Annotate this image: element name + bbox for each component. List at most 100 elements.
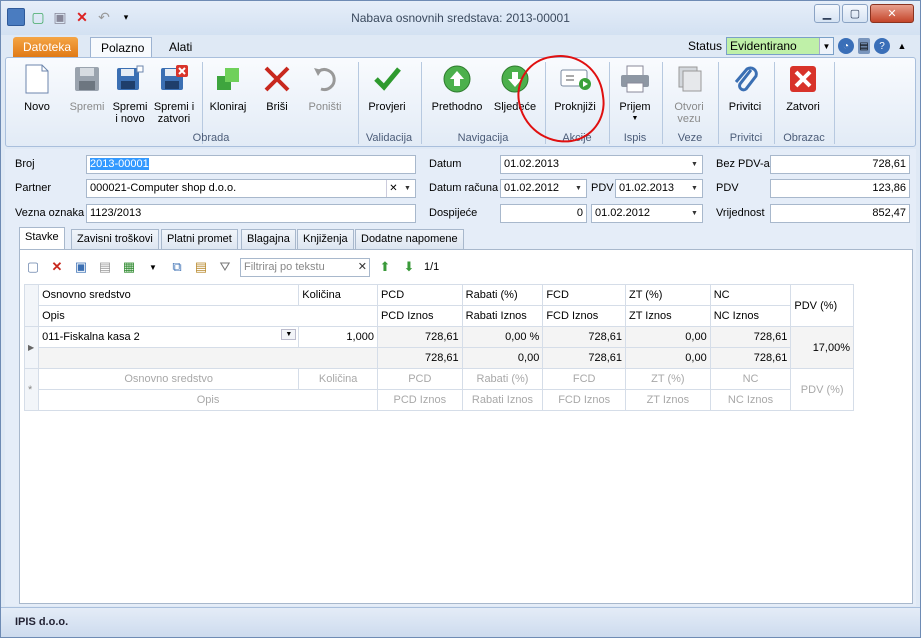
filter-funnel-icon[interactable]: ⛛ bbox=[216, 258, 234, 276]
arrow-up-circle-icon[interactable]: ⬆ bbox=[376, 258, 394, 276]
chevron-down-icon[interactable]: ▼ bbox=[571, 180, 586, 197]
header-nc-iznos[interactable]: NC Iznos bbox=[709, 305, 792, 327]
new-kolicina[interactable]: Količina bbox=[298, 368, 378, 390]
datum-field[interactable]: 01.02.2013 ▼ bbox=[500, 155, 703, 174]
calculator-icon[interactable]: ▤ bbox=[858, 38, 870, 54]
new-row-icon[interactable]: ▢ bbox=[24, 258, 42, 276]
prijem-button[interactable]: Prijem ▼ bbox=[613, 62, 657, 125]
zatvori-button[interactable]: Zatvori bbox=[780, 62, 826, 113]
delete-row-icon[interactable]: ✕ bbox=[48, 258, 66, 276]
print-icon[interactable]: ▤ bbox=[96, 258, 114, 276]
provjeri-button[interactable]: Provjeri bbox=[364, 62, 410, 113]
save-icon[interactable]: ▣ bbox=[72, 258, 90, 276]
tab-stavke[interactable]: Stavke bbox=[19, 227, 65, 249]
cell-rabati-iznos[interactable]: 0,00 bbox=[461, 347, 544, 369]
new-fcd[interactable]: FCD bbox=[542, 368, 627, 390]
new-zt[interactable]: ZT (%) bbox=[625, 368, 711, 390]
header-pcd-iznos[interactable]: PCD Iznos bbox=[376, 305, 463, 327]
header-zt[interactable]: ZT (%) bbox=[625, 284, 711, 306]
cell-nc[interactable]: 728,61 bbox=[709, 326, 792, 348]
header-nc[interactable]: NC bbox=[709, 284, 792, 306]
chevron-down-icon[interactable]: ▼ bbox=[144, 258, 162, 276]
paste-icon[interactable]: ▤ bbox=[192, 258, 210, 276]
ribbon-collapse-icon[interactable]: ▲ bbox=[894, 38, 910, 54]
table-row-2[interactable]: 728,61 0,00 728,61 0,00 728,61 bbox=[25, 347, 854, 369]
maximize-button[interactable]: ▢ bbox=[842, 4, 868, 23]
dospijece-date-field[interactable]: 01.02.2012 ▼ bbox=[591, 204, 703, 223]
ponisti-button[interactable]: Poništi bbox=[305, 62, 345, 113]
globe-icon[interactable]: ◔ bbox=[838, 38, 854, 54]
novo-button[interactable]: Novo bbox=[14, 62, 60, 113]
tab-zavisni-troskovi[interactable]: Zavisni troškovi bbox=[71, 229, 159, 249]
table-row[interactable]: ▶ 011-Fiskalna kasa 2 ▼ 1,000 728,61 0,00… bbox=[23, 326, 854, 369]
header-pdv[interactable]: PDV (%) bbox=[790, 284, 854, 327]
dospijece-days-field[interactable]: 0 bbox=[500, 204, 587, 223]
spremi-i-novo-button[interactable]: Spremi i novo bbox=[110, 62, 150, 125]
excel-export-icon[interactable]: ▦ bbox=[120, 258, 138, 276]
help-icon[interactable]: ? bbox=[874, 38, 890, 54]
header-rabati[interactable]: Rabati (%) bbox=[461, 284, 544, 306]
pdv-date-field[interactable]: 01.02.2013 ▼ bbox=[615, 179, 703, 198]
tab-polazno[interactable]: Polazno bbox=[90, 37, 152, 57]
cell-fcd[interactable]: 728,61 bbox=[542, 326, 627, 348]
minimize-button[interactable]: ▁ bbox=[814, 4, 840, 23]
new-pcd-iznos[interactable]: PCD Iznos bbox=[376, 389, 463, 411]
cell-zt-iznos[interactable]: 0,00 bbox=[625, 347, 711, 369]
tab-datoteka[interactable]: Datoteka bbox=[13, 37, 78, 57]
cell-rabati[interactable]: 0,00 % bbox=[461, 326, 544, 348]
chevron-down-icon[interactable]: ▼ bbox=[687, 205, 702, 222]
tab-platni-promet[interactable]: Platni promet bbox=[161, 229, 238, 249]
header-pcd[interactable]: PCD bbox=[376, 284, 463, 306]
new-row-2[interactable]: Opis PCD Iznos Rabati Iznos FCD Iznos ZT… bbox=[25, 389, 854, 411]
cell-osnovno-sredstvo[interactable]: 011-Fiskalna kasa 2 ▼ bbox=[38, 326, 300, 348]
cell-fcd-iznos[interactable]: 728,61 bbox=[542, 347, 627, 369]
cell-opis[interactable] bbox=[38, 347, 378, 369]
cell-pcd[interactable]: 728,61 bbox=[376, 326, 463, 348]
cell-pcd-iznos[interactable]: 728,61 bbox=[376, 347, 463, 369]
datum-racuna-field[interactable]: 01.02.2012 ▼ bbox=[500, 179, 587, 198]
cell-kolicina[interactable]: 1,000 bbox=[298, 326, 378, 348]
new-fcd-iznos[interactable]: FCD Iznos bbox=[542, 389, 627, 411]
tab-dodatne-napomene[interactable]: Dodatne napomene bbox=[355, 229, 464, 249]
otvori-vezu-button[interactable]: Otvori vezu bbox=[668, 62, 710, 125]
clear-x-icon[interactable]: ✕ bbox=[358, 260, 367, 273]
header-opis[interactable]: Opis bbox=[38, 305, 378, 327]
privitci-button[interactable]: Privitci bbox=[722, 62, 768, 113]
tab-blagajna[interactable]: Blagajna bbox=[241, 229, 296, 249]
spremi-button[interactable]: Spremi bbox=[66, 62, 108, 113]
chevron-down-icon[interactable]: ▼ bbox=[687, 156, 702, 173]
arrow-down-circle-icon[interactable]: ⬇ bbox=[400, 258, 418, 276]
partner-field[interactable]: 000021-Computer shop d.o.o. ✕ ▼ bbox=[86, 179, 416, 198]
status-select[interactable]: Evidentirano ▼ bbox=[726, 37, 834, 55]
row-pointer-icon[interactable]: ▶ bbox=[23, 326, 40, 369]
chevron-down-icon[interactable]: ▼ bbox=[400, 180, 415, 197]
new-nc[interactable]: NC bbox=[709, 368, 792, 390]
tab-knjizenja[interactable]: Knjiženja bbox=[297, 229, 354, 249]
chevron-down-icon[interactable]: ▼ bbox=[687, 180, 702, 197]
new-nc-iznos[interactable]: NC Iznos bbox=[709, 389, 792, 411]
new-zt-iznos[interactable]: ZT Iznos bbox=[625, 389, 711, 411]
cell-zt[interactable]: 0,00 bbox=[625, 326, 711, 348]
filter-input[interactable]: Filtriraj po tekstu ✕ bbox=[240, 257, 370, 277]
brisi-button[interactable]: Briši bbox=[259, 62, 295, 113]
tab-alati[interactable]: Alati bbox=[159, 37, 202, 57]
broj-field[interactable]: 2013-00001 bbox=[86, 155, 416, 174]
chevron-down-icon[interactable]: ▼ bbox=[281, 329, 297, 340]
new-osnovno-sredstvo[interactable]: Osnovno sredstvo bbox=[38, 368, 300, 390]
new-pcd[interactable]: PCD bbox=[376, 368, 463, 390]
new-row[interactable]: * Osnovno sredstvo Količina PCD Rabati (… bbox=[23, 368, 854, 411]
close-window-button[interactable]: ✕ bbox=[870, 4, 914, 23]
cell-pdv[interactable]: 17,00% bbox=[790, 326, 854, 369]
cell-nc-iznos[interactable]: 728,61 bbox=[709, 347, 792, 369]
prethodno-button[interactable]: Prethodno bbox=[428, 62, 486, 113]
header-fcd[interactable]: FCD bbox=[542, 284, 627, 306]
header-kolicina[interactable]: Količina bbox=[298, 284, 378, 306]
header-osnovno-sredstvo[interactable]: Osnovno sredstvo bbox=[38, 284, 300, 306]
new-rabati-iznos[interactable]: Rabati Iznos bbox=[461, 389, 544, 411]
header-rabati-iznos[interactable]: Rabati Iznos bbox=[461, 305, 544, 327]
vezna-oznaka-field[interactable]: 1123/2013 bbox=[86, 204, 416, 223]
copy-icon[interactable]: ⧉ bbox=[168, 258, 186, 276]
spremi-i-zatvori-button[interactable]: Spremi i zatvori bbox=[153, 62, 195, 125]
new-rabati[interactable]: Rabati (%) bbox=[461, 368, 544, 390]
new-pdv[interactable]: PDV (%) bbox=[790, 368, 854, 411]
